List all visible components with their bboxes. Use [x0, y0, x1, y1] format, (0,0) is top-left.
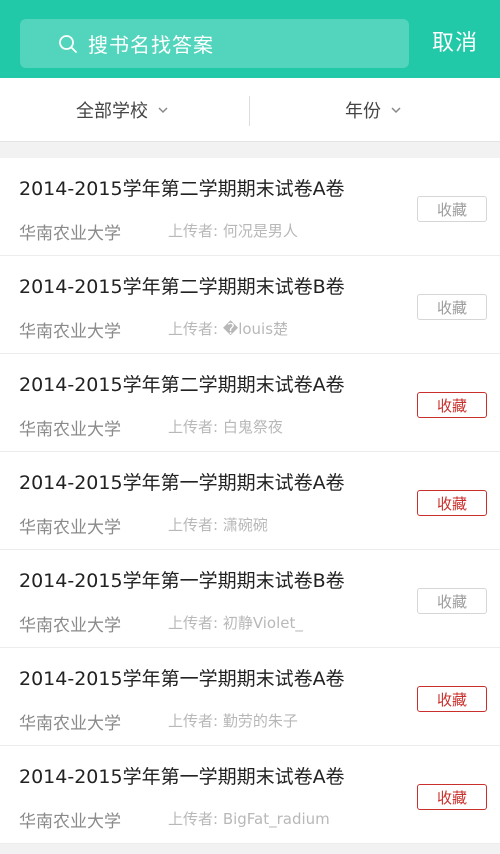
school-name: 华南农业大学: [19, 420, 121, 440]
favorite-button[interactable]: 收藏: [417, 686, 487, 712]
exam-list: 2014-2015学年第二学期期末试卷A卷 华南农业大学 上传者: 何况是男人 …: [0, 158, 500, 844]
cancel-button[interactable]: 取消: [432, 30, 478, 58]
school-name: 华南农业大学: [19, 714, 121, 734]
exam-title: 2014-2015学年第二学期期末试卷B卷: [19, 276, 345, 298]
school-name: 华南农业大学: [19, 322, 121, 342]
exam-title: 2014-2015学年第二学期期末试卷A卷: [19, 178, 345, 200]
filter-bar: 全部学校 年份: [0, 78, 500, 142]
school-name: 华南农业大学: [19, 224, 121, 244]
year-filter-dropdown[interactable]: 年份: [345, 78, 402, 142]
uploader: 上传者: 初静Violet_: [168, 614, 303, 632]
school-filter-label: 全部学校: [76, 101, 148, 122]
list-item[interactable]: 2014-2015学年第二学期期末试卷A卷 华南农业大学 上传者: 白鬼祭夜 收…: [0, 354, 500, 452]
uploader: 上传者: BigFat_radium: [168, 810, 330, 828]
search-input[interactable]: 搜书名找答案: [20, 19, 409, 68]
list-item[interactable]: 2014-2015学年第一学期期末试卷A卷 华南农业大学 上传者: 勤劳的朱子 …: [0, 648, 500, 746]
exam-title: 2014-2015学年第二学期期末试卷A卷: [19, 374, 345, 396]
favorite-button[interactable]: 收藏: [417, 784, 487, 810]
school-filter-dropdown[interactable]: 全部学校: [76, 78, 169, 142]
search-icon: [57, 33, 79, 55]
filter-divider: [249, 96, 250, 126]
school-name: 华南农业大学: [19, 616, 121, 636]
top-bar: 搜书名找答案 取消: [0, 0, 500, 78]
year-filter-label: 年份: [345, 101, 381, 122]
favorite-button[interactable]: 收藏: [417, 588, 487, 614]
list-item[interactable]: 2014-2015学年第一学期期末试卷B卷 华南农业大学 上传者: 初静Viol…: [0, 550, 500, 648]
uploader: 上传者: 勤劳的朱子: [168, 712, 298, 730]
exam-title: 2014-2015学年第一学期期末试卷A卷: [19, 472, 345, 494]
school-name: 华南农业大学: [19, 518, 121, 538]
exam-title: 2014-2015学年第一学期期末试卷A卷: [19, 668, 345, 690]
list-item[interactable]: 2014-2015学年第二学期期末试卷B卷 华南农业大学 上传者: �louis…: [0, 256, 500, 354]
uploader: 上传者: 潇碗碗: [168, 516, 268, 534]
exam-title: 2014-2015学年第一学期期末试卷B卷: [19, 570, 345, 592]
chevron-down-icon: [390, 106, 402, 114]
favorite-button[interactable]: 收藏: [417, 392, 487, 418]
uploader: 上传者: 何况是男人: [168, 222, 298, 240]
uploader: 上传者: 白鬼祭夜: [168, 418, 283, 436]
uploader: 上传者: �louis楚: [168, 320, 289, 338]
school-name: 华南农业大学: [19, 812, 121, 832]
favorite-button[interactable]: 收藏: [417, 490, 487, 516]
list-item[interactable]: 2014-2015学年第一学期期末试卷A卷 华南农业大学 上传者: 潇碗碗 收藏: [0, 452, 500, 550]
list-item[interactable]: 2014-2015学年第二学期期末试卷A卷 华南农业大学 上传者: 何况是男人 …: [0, 158, 500, 256]
search-placeholder: 搜书名找答案: [88, 33, 214, 57]
favorite-button[interactable]: 收藏: [417, 196, 487, 222]
chevron-down-icon: [157, 106, 169, 114]
favorite-button[interactable]: 收藏: [417, 294, 487, 320]
list-item[interactable]: 2014-2015学年第一学期期末试卷A卷 华南农业大学 上传者: BigFat…: [0, 746, 500, 844]
exam-title: 2014-2015学年第一学期期末试卷A卷: [19, 766, 345, 788]
